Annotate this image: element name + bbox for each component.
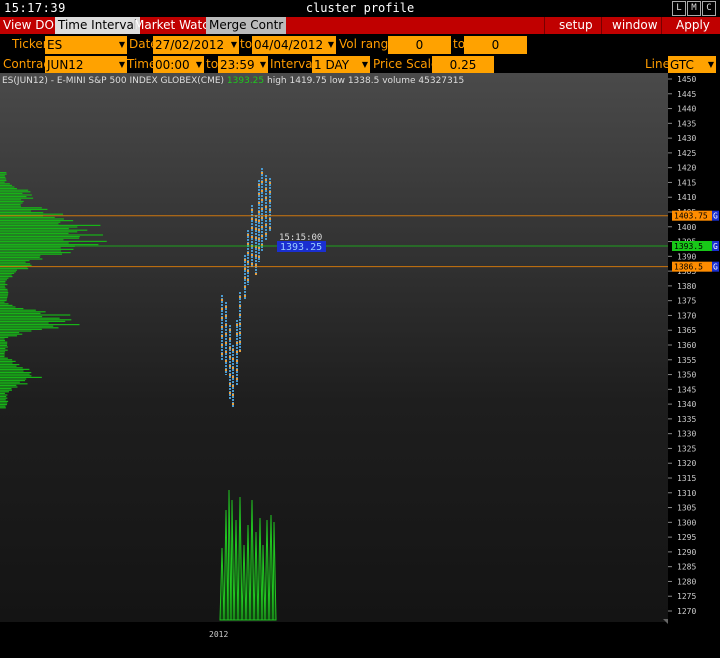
contract-value: JUN12 [47,58,84,72]
line-label: Line [645,57,671,71]
last-price: 1393.25 [226,76,265,86]
time-to-value: 23:59 [220,58,255,72]
line-value: GTC [670,58,694,72]
ticker-label: Ticker [12,37,48,51]
instrument-name: ES(JUN12) - E-MINI S&P 500 INDEX GLOBEX(… [2,76,225,86]
time-from-value: 00:00 [155,58,190,72]
vol-to-input[interactable]: 0 [464,36,527,54]
line-select[interactable]: GTC ▼ [668,56,716,74]
dropdown-arrow-icon: ▼ [118,60,125,69]
window-control-l[interactable]: L [672,1,686,16]
interval-select[interactable]: 1 DAY ▼ [312,56,370,74]
date-from-value: 27/02/2012 [155,38,225,52]
chart-info-line: ES(JUN12) - E-MINI S&P 500 INDEX GLOBEX(… [2,76,464,86]
window-control-c[interactable]: C [702,1,716,16]
dropdown-arrow-icon: ▼ [259,60,266,69]
setup-button[interactable]: setup [556,17,596,34]
menu-separator [601,17,602,34]
title-bar: 15:17:39 cluster profile L M C [0,0,720,17]
price-scale-label: Price Scale [373,57,439,71]
time-interval-button[interactable]: Time Interval [55,17,141,34]
dropdown-arrow-icon: ▼ [118,40,125,49]
ticker-select[interactable]: ES ▼ [45,36,127,54]
time-label: Time [127,57,157,71]
dropdown-arrow-icon: ▼ [195,60,202,69]
dropdown-arrow-icon: ▼ [707,60,714,69]
price-axis[interactable] [668,73,720,622]
merge-contr-button[interactable]: Merge Contr [206,17,287,34]
time-to-select[interactable]: 23:59 ▼ [218,56,268,74]
interval-value: 1 DAY [314,58,350,72]
date-to-value: 04/04/2012 [254,38,324,52]
vol-from-input[interactable]: 0 [388,36,451,54]
chart-area[interactable] [0,73,668,622]
menu-bar: View DOM Time Interval Market Watch Merg… [0,17,720,34]
time-from-select[interactable]: 00:00 ▼ [153,56,204,74]
menu-separator [544,17,545,34]
ticker-value: ES [47,38,63,52]
dropdown-arrow-icon: ▼ [327,40,334,49]
date-to-select[interactable]: 04/04/2012 ▼ [252,36,336,54]
contract-select[interactable]: JUN12 ▼ [45,56,127,74]
dropdown-arrow-icon: ▼ [361,60,368,69]
time-axis[interactable] [0,622,720,658]
window-controls: L M C [672,1,716,16]
interval-label: Interval [270,57,316,71]
apply-button[interactable]: Apply [673,17,713,34]
window-button[interactable]: window [609,17,661,34]
dropdown-arrow-icon: ▼ [230,40,237,49]
volume-value: volume 45327315 [382,76,465,86]
window-control-m[interactable]: M [687,1,701,16]
menu-separator [661,17,662,34]
price-scale-input[interactable]: 0.25 [432,56,494,74]
low-value: low 1338.5 [329,76,380,86]
time-to-label: to [206,57,219,71]
filter-row-1: Ticker ES ▼ Date 27/02/2012 ▼ to 04/04/201… [0,34,720,54]
date-from-select[interactable]: 27/02/2012 ▼ [153,36,239,54]
filter-row-2: Contract JUN12 ▼ Time 00:00 ▼ to 23:59 ▼ In… [0,54,720,74]
high-value: high 1419.75 [267,76,327,86]
date-to-label: to [240,37,253,51]
window-title: cluster profile [305,1,415,15]
